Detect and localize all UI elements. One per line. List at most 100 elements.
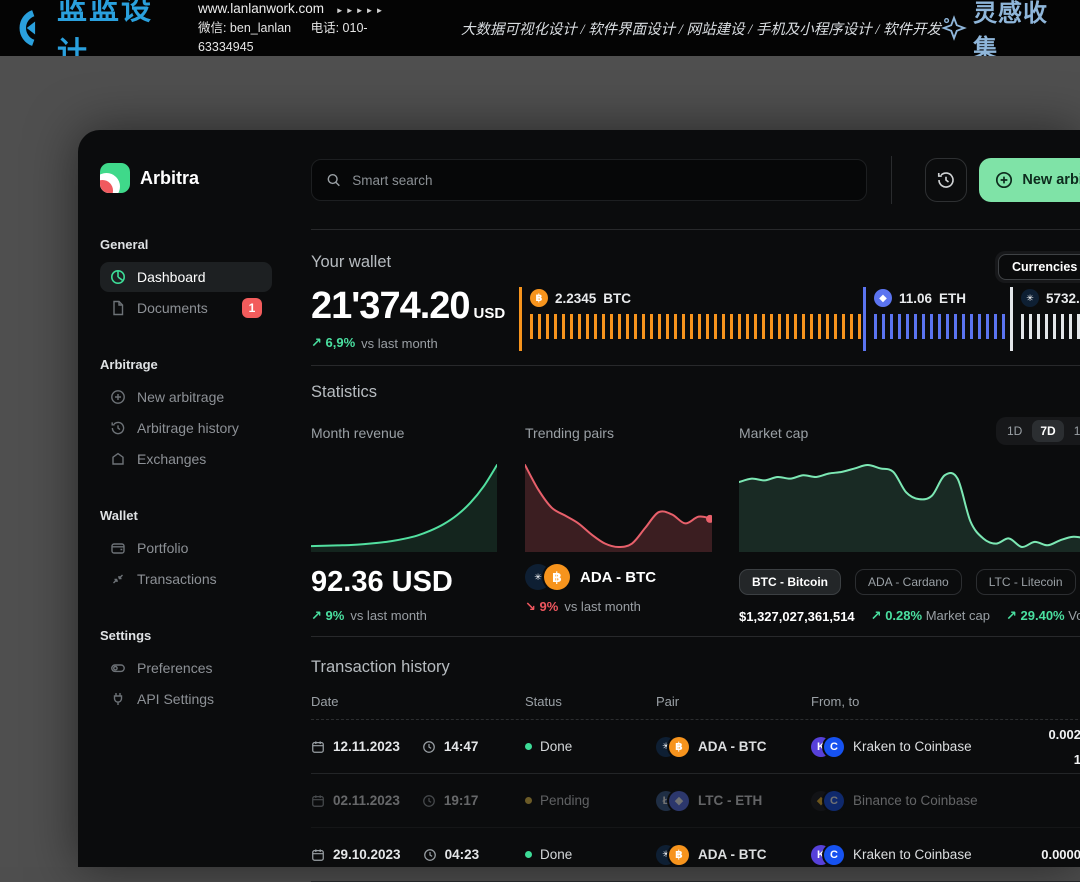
status-dot-done xyxy=(525,743,532,750)
btc-bars xyxy=(530,314,863,339)
new-arbitrage-button[interactable]: New arbitrage xyxy=(979,158,1080,202)
trending-pairs-chart xyxy=(525,460,712,552)
volume-change: 29.40% xyxy=(1006,608,1065,623)
btc-amount: 2.2345 xyxy=(555,291,596,306)
calendar-icon xyxy=(311,848,325,862)
statistics-title: Statistics xyxy=(311,383,1080,402)
topbar-divider xyxy=(891,156,892,204)
holding-eth: ◆ 11.06 ETH xyxy=(863,287,1010,351)
calendar-icon xyxy=(311,740,325,754)
col-date: Date xyxy=(311,694,525,709)
tab-1d[interactable]: 1D xyxy=(999,420,1030,442)
history-button[interactable] xyxy=(925,158,967,202)
month-revenue-value: 92.36 USD xyxy=(311,566,525,599)
btc-coin-icon: ฿ xyxy=(530,289,548,307)
table-row[interactable]: 12.11.2023 14:47 Done ✳ ฿ ADA - BTC K C … xyxy=(311,720,1080,774)
coinbase-icon: C xyxy=(824,791,844,811)
inspiration-logo[interactable]: 灵感收集 xyxy=(941,0,1066,63)
wallet-title: Your wallet xyxy=(311,253,391,271)
page-background: Arbitra General Dashboard Documents 1 Ar… xyxy=(0,56,1080,867)
btc-coin-icon: ฿ xyxy=(669,737,689,757)
sidebar-item-exchanges[interactable]: Exchanges xyxy=(100,444,272,474)
balance-block: 21'374.20USD 6,9% vs last month xyxy=(311,285,519,351)
divider xyxy=(311,229,1080,230)
eth-coin-icon: ◆ xyxy=(874,289,892,307)
btc-symbol: BTC xyxy=(603,291,631,306)
holdings-bars: ฿ 2.2345 BTC ◆ 11.06 ETH ✳ xyxy=(519,287,1080,351)
trending-pair-name: ADA - BTC xyxy=(580,569,656,586)
eth-bars xyxy=(874,314,1010,339)
plus-circle-icon xyxy=(110,389,126,405)
section-label-wallet: Wallet xyxy=(100,508,283,523)
app-logo[interactable]: Arbitra xyxy=(100,163,283,193)
search-bar[interactable] xyxy=(311,159,867,201)
sidebar-item-documents[interactable]: Documents 1 xyxy=(100,293,272,323)
table-row[interactable]: 29.10.2023 04:23 Done ✳ ฿ ADA - BTC K C … xyxy=(311,828,1080,882)
status-dot-pending xyxy=(525,797,532,804)
col-from-to: From, to xyxy=(811,694,1021,709)
section-label-general: General xyxy=(100,237,283,252)
tab-1m[interactable]: 1M xyxy=(1066,420,1080,442)
status-badge: Done xyxy=(540,739,572,754)
promo-banner: 蓝蓝设计 www.lanlanwork.com ►►►►► 微信: ben_la… xyxy=(0,0,1080,56)
divider xyxy=(311,636,1080,637)
exchange-building-icon xyxy=(110,451,126,467)
col-pair: Pair xyxy=(656,694,811,709)
banner-arrows: ►►►►► xyxy=(336,6,386,15)
sidebar-item-arbitrage-history[interactable]: Arbitrage history xyxy=(100,413,272,443)
banner-services: 大数据可视化设计 / 软件界面设计 / 网站建设 / 手机及小程序设计 / 软件… xyxy=(461,18,941,39)
pill-ltc-litecoin[interactable]: LTC - Litecoin xyxy=(976,569,1076,595)
ada-bars xyxy=(1021,314,1080,339)
sidebar: Arbitra General Dashboard Documents 1 Ar… xyxy=(78,130,283,867)
arbitra-logo-icon xyxy=(100,163,130,193)
market-cap-change: 0.28% xyxy=(871,608,922,623)
app-name: Arbitra xyxy=(140,168,199,189)
sidebar-item-portfolio[interactable]: Portfolio xyxy=(100,533,272,563)
documents-badge: 1 xyxy=(242,298,262,318)
sidebar-item-dashboard[interactable]: Dashboard xyxy=(100,262,272,292)
pill-ada-cardano[interactable]: ADA - Cardano xyxy=(855,569,962,595)
eth-symbol: ETH xyxy=(939,291,966,306)
banner-website[interactable]: www.lanlanwork.com xyxy=(198,1,324,16)
sparkle-star-icon xyxy=(941,14,967,42)
trending-pairs-card: Trending pairs ✳ ฿ ADA - BTC 9% vs last … xyxy=(525,425,739,624)
transfer-arrows-icon xyxy=(110,571,126,587)
wallet-row: 21'374.20USD 6,9% vs last month ฿ 2.2345… xyxy=(311,285,1080,351)
wallet-balance: 21'374.20 xyxy=(311,285,470,327)
wallet-header: Your wallet Currencies Exchanges xyxy=(311,253,1080,279)
search-icon xyxy=(326,172,341,188)
sidebar-item-transactions[interactable]: Transactions xyxy=(100,564,272,594)
history-icon xyxy=(936,170,956,190)
sidebar-item-preferences[interactable]: Preferences xyxy=(100,653,272,683)
toggle-currencies[interactable]: Currencies xyxy=(998,254,1080,280)
sidebar-item-new-arbitrage[interactable]: New arbitrage xyxy=(100,382,272,412)
tab-7d[interactable]: 7D xyxy=(1032,420,1063,442)
search-input[interactable] xyxy=(350,172,852,189)
col-status: Status xyxy=(525,694,656,709)
wallet-change: 6,9% xyxy=(311,335,355,351)
dashboard-icon xyxy=(110,269,126,285)
amount-cell: 0.0000 xyxy=(1001,842,1080,867)
wallet-icon xyxy=(110,540,126,556)
btc-coin-icon: ฿ xyxy=(669,845,689,865)
ada-amount: 5732.61 xyxy=(1046,291,1080,306)
sidebar-item-api-settings[interactable]: API Settings xyxy=(100,684,272,714)
market-cap-range-tabs: 1D 7D 1M xyxy=(996,417,1080,445)
transaction-history-title: Transaction history xyxy=(311,658,1080,677)
toggle-icon xyxy=(110,660,126,676)
statistics-grid: Month revenue 92.36 USD 9% vs last month… xyxy=(311,425,1080,624)
clock-icon xyxy=(423,848,437,862)
table-row[interactable]: 02.11.2023 19:17 Pending Ł ◆ LTC - ETH ◆… xyxy=(311,774,1080,828)
pill-btc-bitcoin[interactable]: BTC - Bitcoin xyxy=(739,569,841,595)
amount-cell: 0.002 1 xyxy=(1001,722,1080,772)
status-badge: Done xyxy=(540,847,572,862)
market-cap-value: $1,327,027,361,514 xyxy=(739,609,855,624)
coinbase-icon: C xyxy=(824,737,844,757)
trending-pairs-label: Trending pairs xyxy=(525,425,739,443)
inspiration-logo-text: 灵感收集 xyxy=(973,0,1066,63)
month-revenue-chart xyxy=(311,460,497,552)
banner-wechat: 微信: ben_lanlan xyxy=(198,21,291,35)
banner-contact: www.lanlanwork.com ►►►►► 微信: ben_lanlan … xyxy=(198,0,423,57)
lanlan-logo-icon xyxy=(10,7,49,49)
eth-amount: 11.06 xyxy=(899,291,932,306)
